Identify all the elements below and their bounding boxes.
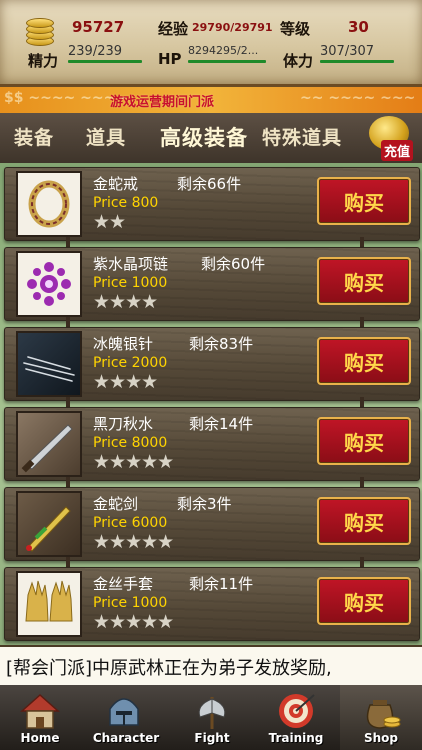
nav-training-label: Training — [268, 731, 324, 745]
exp-label: 经验 — [158, 20, 189, 38]
exp-value: 29790/29791 — [192, 21, 273, 34]
stamina-label: 体力 — [283, 52, 314, 70]
nav-character-label: Character — [92, 731, 160, 745]
item-rarity-stars: ★★ — [93, 211, 126, 233]
energy-label: 精力 — [28, 52, 59, 70]
promo-banner[interactable]: $$ ~~~~ ~~~~ 游戏运营期间门派 ~~ ~~~~ ~~~ — [0, 87, 422, 113]
nav-home[interactable]: Home — [0, 685, 80, 750]
item-stock: 剩余11件 — [189, 575, 254, 593]
level-value: 30 — [348, 18, 369, 36]
buy-button[interactable]: 购买 — [317, 257, 411, 305]
item-name: 紫水晶项链 — [93, 255, 169, 273]
nav-shop-label: Shop — [363, 731, 399, 745]
gloves-icon — [16, 571, 82, 637]
bottom-nav: Home Character Fight Training Shop — [0, 685, 422, 750]
stamina-bar — [320, 60, 394, 63]
shop-item-row: 金丝手套 剩余11件 Price 1000 ★★★★★ 购买 — [4, 557, 420, 641]
buy-button[interactable]: 购买 — [317, 337, 411, 385]
player-stats-panel: 95727 经验 29790/29791 等级 30 精力 239/239 HP… — [0, 0, 422, 87]
buy-button[interactable]: 购买 — [317, 417, 411, 465]
promo-decoration: ~~ ~~~~ ~~~ — [300, 90, 416, 106]
needles-icon — [16, 331, 82, 397]
rope — [66, 477, 70, 487]
item-rarity-stars: ★★★★★ — [93, 531, 174, 553]
shop-item-row: 金蛇剑 剩余3件 Price 6000 ★★★★★ 购买 — [4, 477, 420, 561]
rope — [66, 557, 70, 567]
stamina-value: 307/307 — [320, 44, 375, 59]
nav-training[interactable]: Training — [256, 685, 336, 750]
gold-value: 95727 — [72, 18, 125, 36]
necklace-icon — [16, 251, 82, 317]
item-name: 金蛇剑 — [93, 495, 139, 513]
ticker-text: [帮会门派]中原武林正在为弟子发放奖励, — [6, 658, 332, 679]
item-rarity-stars: ★★★★★ — [93, 611, 174, 633]
buy-button[interactable]: 购买 — [317, 577, 411, 625]
item-price: Price 6000 — [93, 515, 168, 531]
shop-item-row: 金蛇戒 剩余66件 Price 800 ★★ 购买 — [4, 167, 420, 241]
target-icon — [279, 694, 315, 728]
item-rarity-stars: ★★★★ — [93, 291, 158, 313]
hp-value: 8294295/2... — [188, 44, 259, 57]
shop-tabs: 装备 道具 高级装备 特殊道具 — [0, 113, 422, 163]
item-name: 金丝手套 — [93, 575, 154, 593]
coin-bag-icon — [366, 700, 401, 729]
promo-text: 游戏运营期间门派 — [110, 95, 215, 110]
rope — [66, 237, 70, 247]
item-stock: 剩余14件 — [189, 415, 254, 433]
item-name: 黑刀秋水 — [93, 415, 154, 433]
item-name: 冰魄银针 — [93, 335, 154, 353]
sword-icon — [16, 491, 82, 557]
item-price: Price 1000 — [93, 595, 168, 611]
rope — [360, 397, 364, 407]
item-price: Price 1000 — [93, 275, 168, 291]
item-price: Price 2000 — [93, 355, 168, 371]
item-stock: 剩余60件 — [201, 255, 266, 273]
rope — [360, 317, 364, 327]
rope — [360, 557, 364, 567]
recharge-label: 充值 — [381, 140, 414, 161]
helmet-icon — [109, 698, 139, 726]
nav-shop[interactable]: Shop — [340, 685, 422, 750]
announcement-ticker: [帮会门派]中原武林正在为弟子发放奖励, — [0, 645, 422, 687]
recharge-button[interactable]: 充值 — [363, 114, 419, 164]
rope — [66, 317, 70, 327]
item-price: Price 800 — [93, 195, 159, 211]
shop-item-row: 黑刀秋水 剩余14件 Price 8000 ★★★★★ 购买 — [4, 397, 420, 481]
item-rarity-stars: ★★★★ — [93, 371, 158, 393]
hp-bar — [188, 60, 266, 63]
energy-value: 239/239 — [68, 44, 123, 59]
nav-home-label: Home — [20, 731, 60, 745]
shop-item-row: 冰魄银针 剩余83件 Price 2000 ★★★★ 购买 — [4, 317, 420, 401]
level-label: 等级 — [280, 20, 311, 38]
promo-decoration: $$ ~~~~ ~~~~ — [4, 90, 128, 106]
tab-items[interactable]: 道具 — [86, 123, 126, 150]
axe-icon — [198, 697, 226, 729]
shop-item-row: 紫水晶项链 剩余60件 Price 1000 ★★★★ 购买 — [4, 237, 420, 321]
rope — [66, 397, 70, 407]
buy-button[interactable]: 购买 — [317, 177, 411, 225]
tab-advanced-equipment[interactable]: 高级装备 — [160, 122, 248, 152]
item-stock: 剩余83件 — [189, 335, 254, 353]
house-icon — [20, 693, 60, 729]
item-stock: 剩余3件 — [177, 495, 232, 513]
ring-icon — [16, 171, 82, 237]
blade-icon — [16, 411, 82, 477]
nav-fight[interactable]: Fight — [172, 685, 252, 750]
nav-character[interactable]: Character — [84, 685, 168, 750]
hp-label: HP — [158, 50, 182, 68]
item-price: Price 8000 — [93, 435, 168, 451]
rope — [360, 477, 364, 487]
item-rarity-stars: ★★★★★ — [93, 451, 174, 473]
tab-special-items[interactable]: 特殊道具 — [262, 123, 342, 150]
gold-coins-icon — [26, 14, 54, 46]
buy-button[interactable]: 购买 — [317, 497, 411, 545]
rope — [360, 237, 364, 247]
tab-equipment[interactable]: 装备 — [14, 123, 54, 150]
energy-bar — [68, 60, 142, 63]
nav-fight-label: Fight — [194, 731, 230, 745]
item-name: 金蛇戒 — [93, 175, 139, 193]
item-stock: 剩余66件 — [177, 175, 242, 193]
